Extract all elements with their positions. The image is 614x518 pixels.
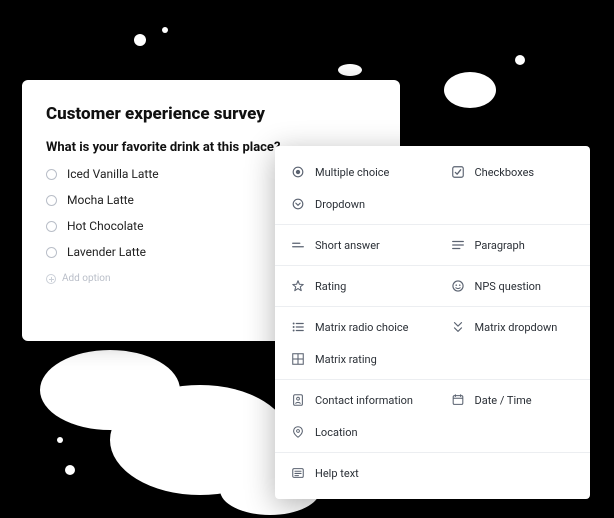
- menu-item-paragraph[interactable]: Paragraph: [435, 229, 591, 261]
- contact-icon: [291, 393, 305, 407]
- menu-item-matrix-dropdown[interactable]: Matrix dropdown: [435, 311, 591, 343]
- option-label: Hot Chocolate: [67, 219, 143, 233]
- menu-item-label: Short answer: [315, 239, 380, 252]
- option-label: Iced Vanilla Latte: [67, 167, 159, 181]
- menu-item-label: Date / Time: [475, 394, 532, 407]
- radio-icon: [46, 247, 57, 258]
- menu-item-date-time[interactable]: Date / Time: [435, 384, 591, 416]
- radio-icon: [46, 169, 57, 180]
- menu-item-checkboxes[interactable]: Checkboxes: [435, 156, 591, 188]
- option-label: Mocha Latte: [67, 193, 134, 207]
- menu-item-label: Contact information: [315, 394, 413, 407]
- menu-item-help-text[interactable]: Help text: [275, 457, 590, 489]
- matrix-rating-icon: [291, 352, 305, 366]
- help-text-icon: [291, 466, 305, 480]
- menu-item-dropdown[interactable]: Dropdown: [275, 188, 590, 220]
- menu-item-label: Matrix radio choice: [315, 321, 409, 334]
- radio-icon: [291, 165, 305, 179]
- location-icon: [291, 425, 305, 439]
- menu-item-nps-question[interactable]: NPS question: [435, 270, 591, 302]
- menu-item-label: Matrix rating: [315, 353, 377, 366]
- menu-item-contact-information[interactable]: Contact information: [275, 384, 431, 416]
- add-option-label: Add option: [62, 273, 111, 284]
- menu-item-matrix-rating[interactable]: Matrix rating: [275, 343, 590, 375]
- menu-item-label: Rating: [315, 280, 346, 293]
- matrix-radio-icon: [291, 320, 305, 334]
- short-answer-icon: [291, 238, 305, 252]
- menu-item-label: Help text: [315, 467, 359, 480]
- dropdown-icon: [291, 197, 305, 211]
- survey-title: Customer experience survey: [46, 104, 376, 124]
- menu-item-short-answer[interactable]: Short answer: [275, 229, 431, 261]
- menu-item-label: Checkboxes: [475, 166, 535, 179]
- paragraph-icon: [451, 238, 465, 252]
- question-type-menu: Multiple choice Checkboxes Dropdown Short a…: [275, 146, 590, 499]
- menu-item-label: Paragraph: [475, 239, 525, 252]
- menu-item-matrix-radio-choice[interactable]: Matrix radio choice: [275, 311, 431, 343]
- menu-item-label: NPS question: [475, 280, 542, 293]
- star-icon: [291, 279, 305, 293]
- menu-item-label: Multiple choice: [315, 166, 389, 179]
- menu-item-rating[interactable]: Rating: [275, 270, 431, 302]
- menu-item-location[interactable]: Location: [275, 416, 590, 448]
- option-label: Lavender Latte: [67, 245, 146, 259]
- plus-icon: [46, 274, 56, 284]
- checkbox-icon: [451, 165, 465, 179]
- radio-icon: [46, 221, 57, 232]
- menu-item-multiple-choice[interactable]: Multiple choice: [275, 156, 431, 188]
- matrix-dropdown-icon: [451, 320, 465, 334]
- menu-item-label: Location: [315, 426, 358, 439]
- radio-icon: [46, 195, 57, 206]
- menu-item-label: Matrix dropdown: [475, 321, 558, 334]
- smile-icon: [451, 279, 465, 293]
- menu-item-label: Dropdown: [315, 198, 365, 211]
- calendar-icon: [451, 393, 465, 407]
